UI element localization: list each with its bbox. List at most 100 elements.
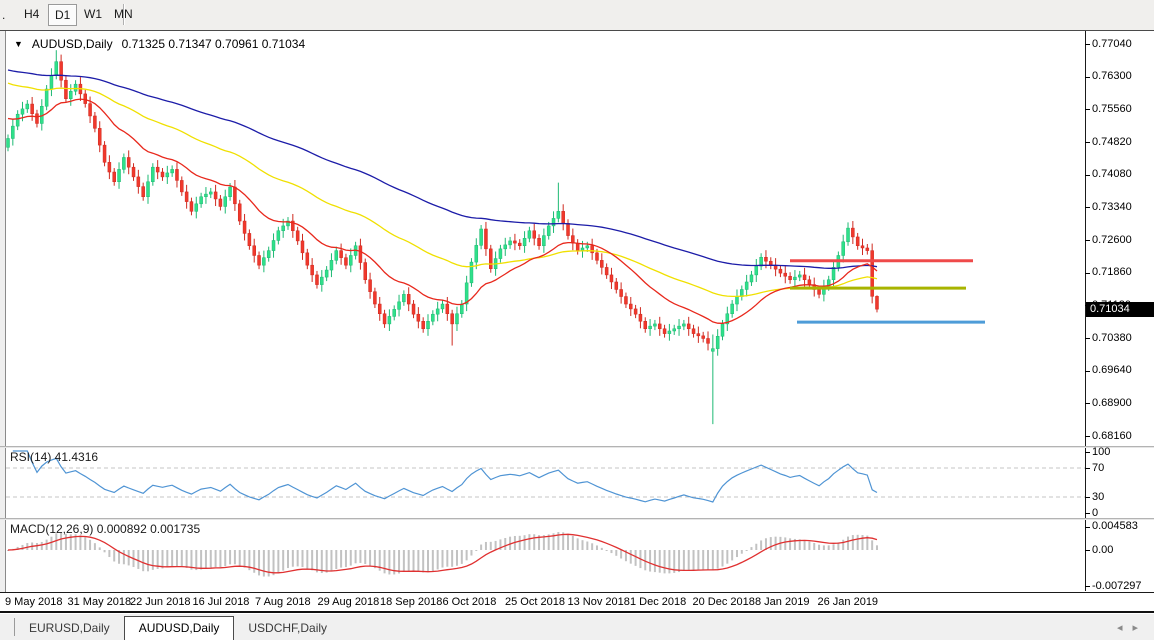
macd-bar [258,550,260,575]
price-tick-mark [1085,175,1090,176]
macd-bar [533,534,535,550]
bull-candle-body [470,262,473,283]
macd-bar [601,548,603,550]
macd-bar [123,550,125,564]
macd-tick-label: 0.00 [1092,544,1152,556]
price-tick-label: 0.73340 [1092,201,1152,213]
macd-bar [369,550,371,566]
macd-bar [466,550,468,560]
macd-bar [161,550,163,568]
macd-bar [200,550,202,569]
bear-candle-body [702,336,705,339]
macd-bar [808,541,810,550]
bear-candle-body [64,80,67,99]
macd-bar [746,550,748,551]
symbol-dropdown-icon[interactable]: ▼ [14,39,23,49]
main-chart-canvas[interactable] [6,31,1085,446]
macd-bar [253,550,255,573]
ma-slow-line[interactable] [8,70,877,268]
bull-candle-body [547,226,550,236]
macd-bar [142,550,144,571]
tab-scroll-left-arrow[interactable]: ◂ [1117,622,1133,634]
bull-candle-body [557,211,560,218]
bear-candle-body [866,248,869,251]
macd-bar [244,550,246,568]
bear-candle-body [707,338,710,343]
bear-candle-body [610,275,613,282]
bear-candle-body [513,241,516,243]
bear-candle-body [258,255,261,265]
date-label: 20 Dec 2018 [693,596,755,608]
macd-bar [273,550,275,575]
price-tick-mark [1085,142,1090,143]
bull-candle-body [402,294,405,302]
rsi-tick-mark [1085,497,1090,498]
bear-candle-body [567,223,570,235]
bear-candle-body [484,229,487,249]
rsi-tick-label: 0 [1092,507,1152,519]
macd-bar [306,550,308,569]
macd-bar [736,550,738,557]
date-label: 16 Jul 2018 [193,596,250,608]
macd-bar [461,550,463,564]
macd-bar [567,534,569,550]
bull-candle-body [50,75,53,89]
date-axis[interactable]: 9 May 201831 May 201822 Jun 201816 Jul 2… [0,592,1154,612]
bear-candle-body [417,314,420,321]
price-tick-mark [1085,44,1090,45]
price-tick-label: 0.75560 [1092,103,1152,115]
bull-candle-body [45,89,48,106]
macd-bar [195,550,197,570]
bear-candle-body [306,253,309,265]
macd-bar [818,545,820,550]
timeframe-button-d1[interactable]: D1 [48,4,77,26]
tab-scroll-arrows: ◂▸ [1117,621,1148,634]
macd-tick-mark [1085,527,1090,528]
bear-candle-body [875,296,878,309]
price-tick-mark [1085,77,1090,78]
bear-candle-body [562,211,565,223]
tab-usdchf-daily[interactable]: USDCHF,Daily [234,618,341,638]
bull-candle-body [171,169,174,173]
macd-tick-mark [1085,586,1090,587]
bull-candle-body [55,62,58,76]
macd-bar [519,536,521,550]
bull-candle-body [277,231,280,241]
macd-bar [152,550,154,570]
macd-bar [712,550,714,570]
bear-candle-body [373,292,376,304]
bear-candle-body [60,62,63,81]
bear-candle-body [818,289,821,294]
macd-bar [485,542,487,550]
price-tick-label: 0.74080 [1092,168,1152,180]
rsi-canvas[interactable] [6,448,1085,518]
macd-bar [340,550,342,568]
chart-title[interactable]: ▼ AUDUSD,Daily 0.71325 0.71347 0.70961 0… [14,37,305,51]
bear-candle-body [93,116,96,128]
macd-bar [224,550,226,566]
bull-candle-body [224,197,227,207]
bull-candle-body [427,321,430,329]
main-chart-panel [6,31,1085,446]
bear-candle-body [629,304,632,309]
bull-candle-body [398,302,401,310]
bull-candle-body [682,324,685,326]
tab-scroll-right-arrow[interactable]: ▸ [1132,622,1148,634]
tab-audusd-daily[interactable]: AUDUSD,Daily [124,616,235,640]
bear-candle-body [697,334,700,336]
timeframe-button-mn[interactable]: MN [108,4,139,24]
macd-bar [239,550,241,566]
tab-eurusd-daily[interactable]: EURUSD,Daily [15,618,124,638]
bull-candle-body [388,316,391,324]
tab-bar-notch [0,618,15,636]
ohlc-values: 0.71325 0.71347 0.70961 0.71034 [122,37,306,51]
bull-candle-body [832,267,835,279]
bear-candle-body [340,251,343,258]
price-tick-mark [1085,273,1090,274]
bull-candle-body [195,204,198,212]
bull-candle-body [711,349,714,352]
macd-bar [577,538,579,550]
macd-tick-mark [1085,550,1090,551]
timeframe-button-h4[interactable]: H4 [18,4,45,24]
timeframe-button-w1[interactable]: W1 [78,4,108,24]
